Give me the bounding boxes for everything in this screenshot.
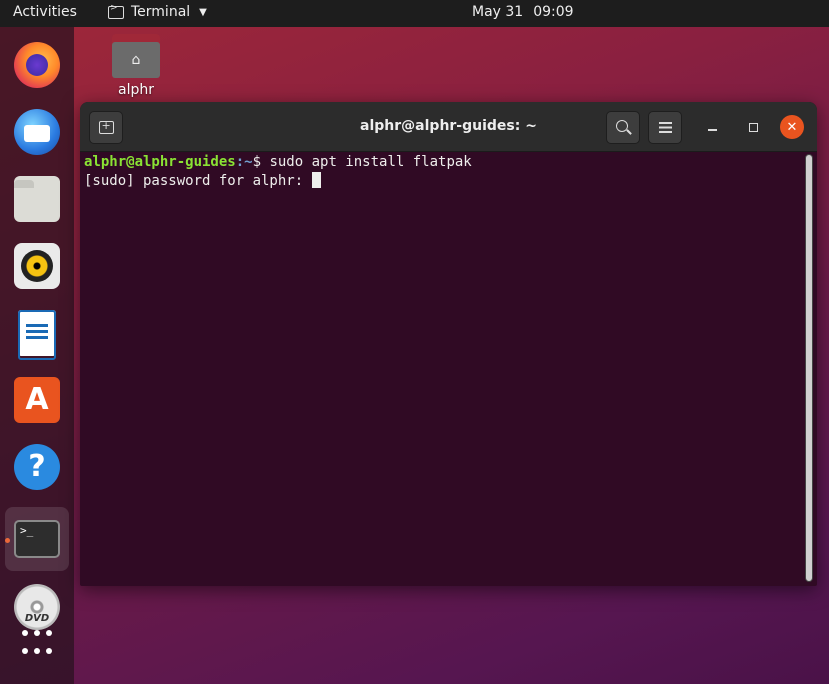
hamburger-menu-icon [658, 122, 672, 133]
help-icon: ? [14, 444, 60, 490]
files-icon [14, 176, 60, 222]
dock-item-help[interactable]: ? [5, 435, 69, 499]
text-cursor [311, 172, 321, 188]
writer-icon [18, 310, 56, 360]
desktop-home-folder[interactable]: ⌂ alphr [104, 34, 168, 98]
caret-down-icon: ▼ [199, 6, 207, 18]
search-button[interactable] [606, 111, 640, 144]
minimize-icon [707, 129, 717, 131]
prompt-path: :~ [235, 154, 253, 170]
title-bar[interactable]: alphr@alphr-guides: ~ ✕ [80, 102, 817, 152]
show-applications-button[interactable] [20, 630, 54, 660]
home-folder-label: alphr [118, 82, 154, 98]
dock: A ? >_ DVD [0, 27, 74, 684]
terminal-output[interactable]: alphr@alphr-guides:~$ sudo apt install f… [80, 152, 817, 586]
maximize-icon [748, 122, 758, 132]
firefox-icon [14, 42, 60, 88]
maximize-button[interactable] [741, 115, 765, 139]
dock-item-firefox[interactable] [5, 33, 69, 97]
top-bar: Activities Terminal ▼ May 31 09:09 [0, 0, 829, 27]
close-icon: ✕ [786, 119, 798, 135]
app-menu-label: Terminal [131, 4, 191, 20]
rhythmbox-icon [14, 243, 60, 289]
terminal-icon: >_ [14, 520, 60, 558]
terminal-window[interactable]: alphr@alphr-guides: ~ ✕ alphr@alphr-guid… [80, 102, 817, 586]
clock[interactable]: May 31 09:09 [472, 4, 574, 20]
menu-button[interactable] [648, 111, 682, 144]
dock-item-thunderbird[interactable] [5, 100, 69, 164]
scrollbar[interactable] [805, 154, 813, 582]
sudo-password-prompt: [sudo] password for alphr: [84, 173, 312, 189]
terminal-icon [108, 3, 124, 19]
prompt-symbol: $ [252, 154, 262, 170]
dock-item-software[interactable]: A [5, 368, 69, 432]
dock-item-files[interactable] [5, 167, 69, 231]
command-text: sudo apt install flatpak [261, 154, 472, 170]
prompt-user-host: alphr@alphr-guides [84, 154, 236, 170]
dock-item-writer[interactable] [5, 301, 69, 365]
search-icon [615, 120, 628, 132]
close-button[interactable]: ✕ [780, 115, 804, 139]
dvd-icon: DVD [14, 584, 60, 630]
software-store-icon: A [14, 377, 60, 423]
app-menu[interactable]: Terminal ▼ [108, 3, 207, 20]
minimize-button[interactable] [700, 115, 724, 139]
thunderbird-icon [14, 109, 60, 155]
clock-time: 09:09 [533, 4, 574, 20]
dock-item-terminal[interactable]: >_ [5, 507, 69, 571]
home-folder-icon: ⌂ [112, 34, 160, 78]
dock-item-rhythmbox[interactable] [5, 234, 69, 298]
activities-button[interactable]: Activities [13, 4, 77, 20]
clock-date: May 31 [472, 4, 524, 20]
